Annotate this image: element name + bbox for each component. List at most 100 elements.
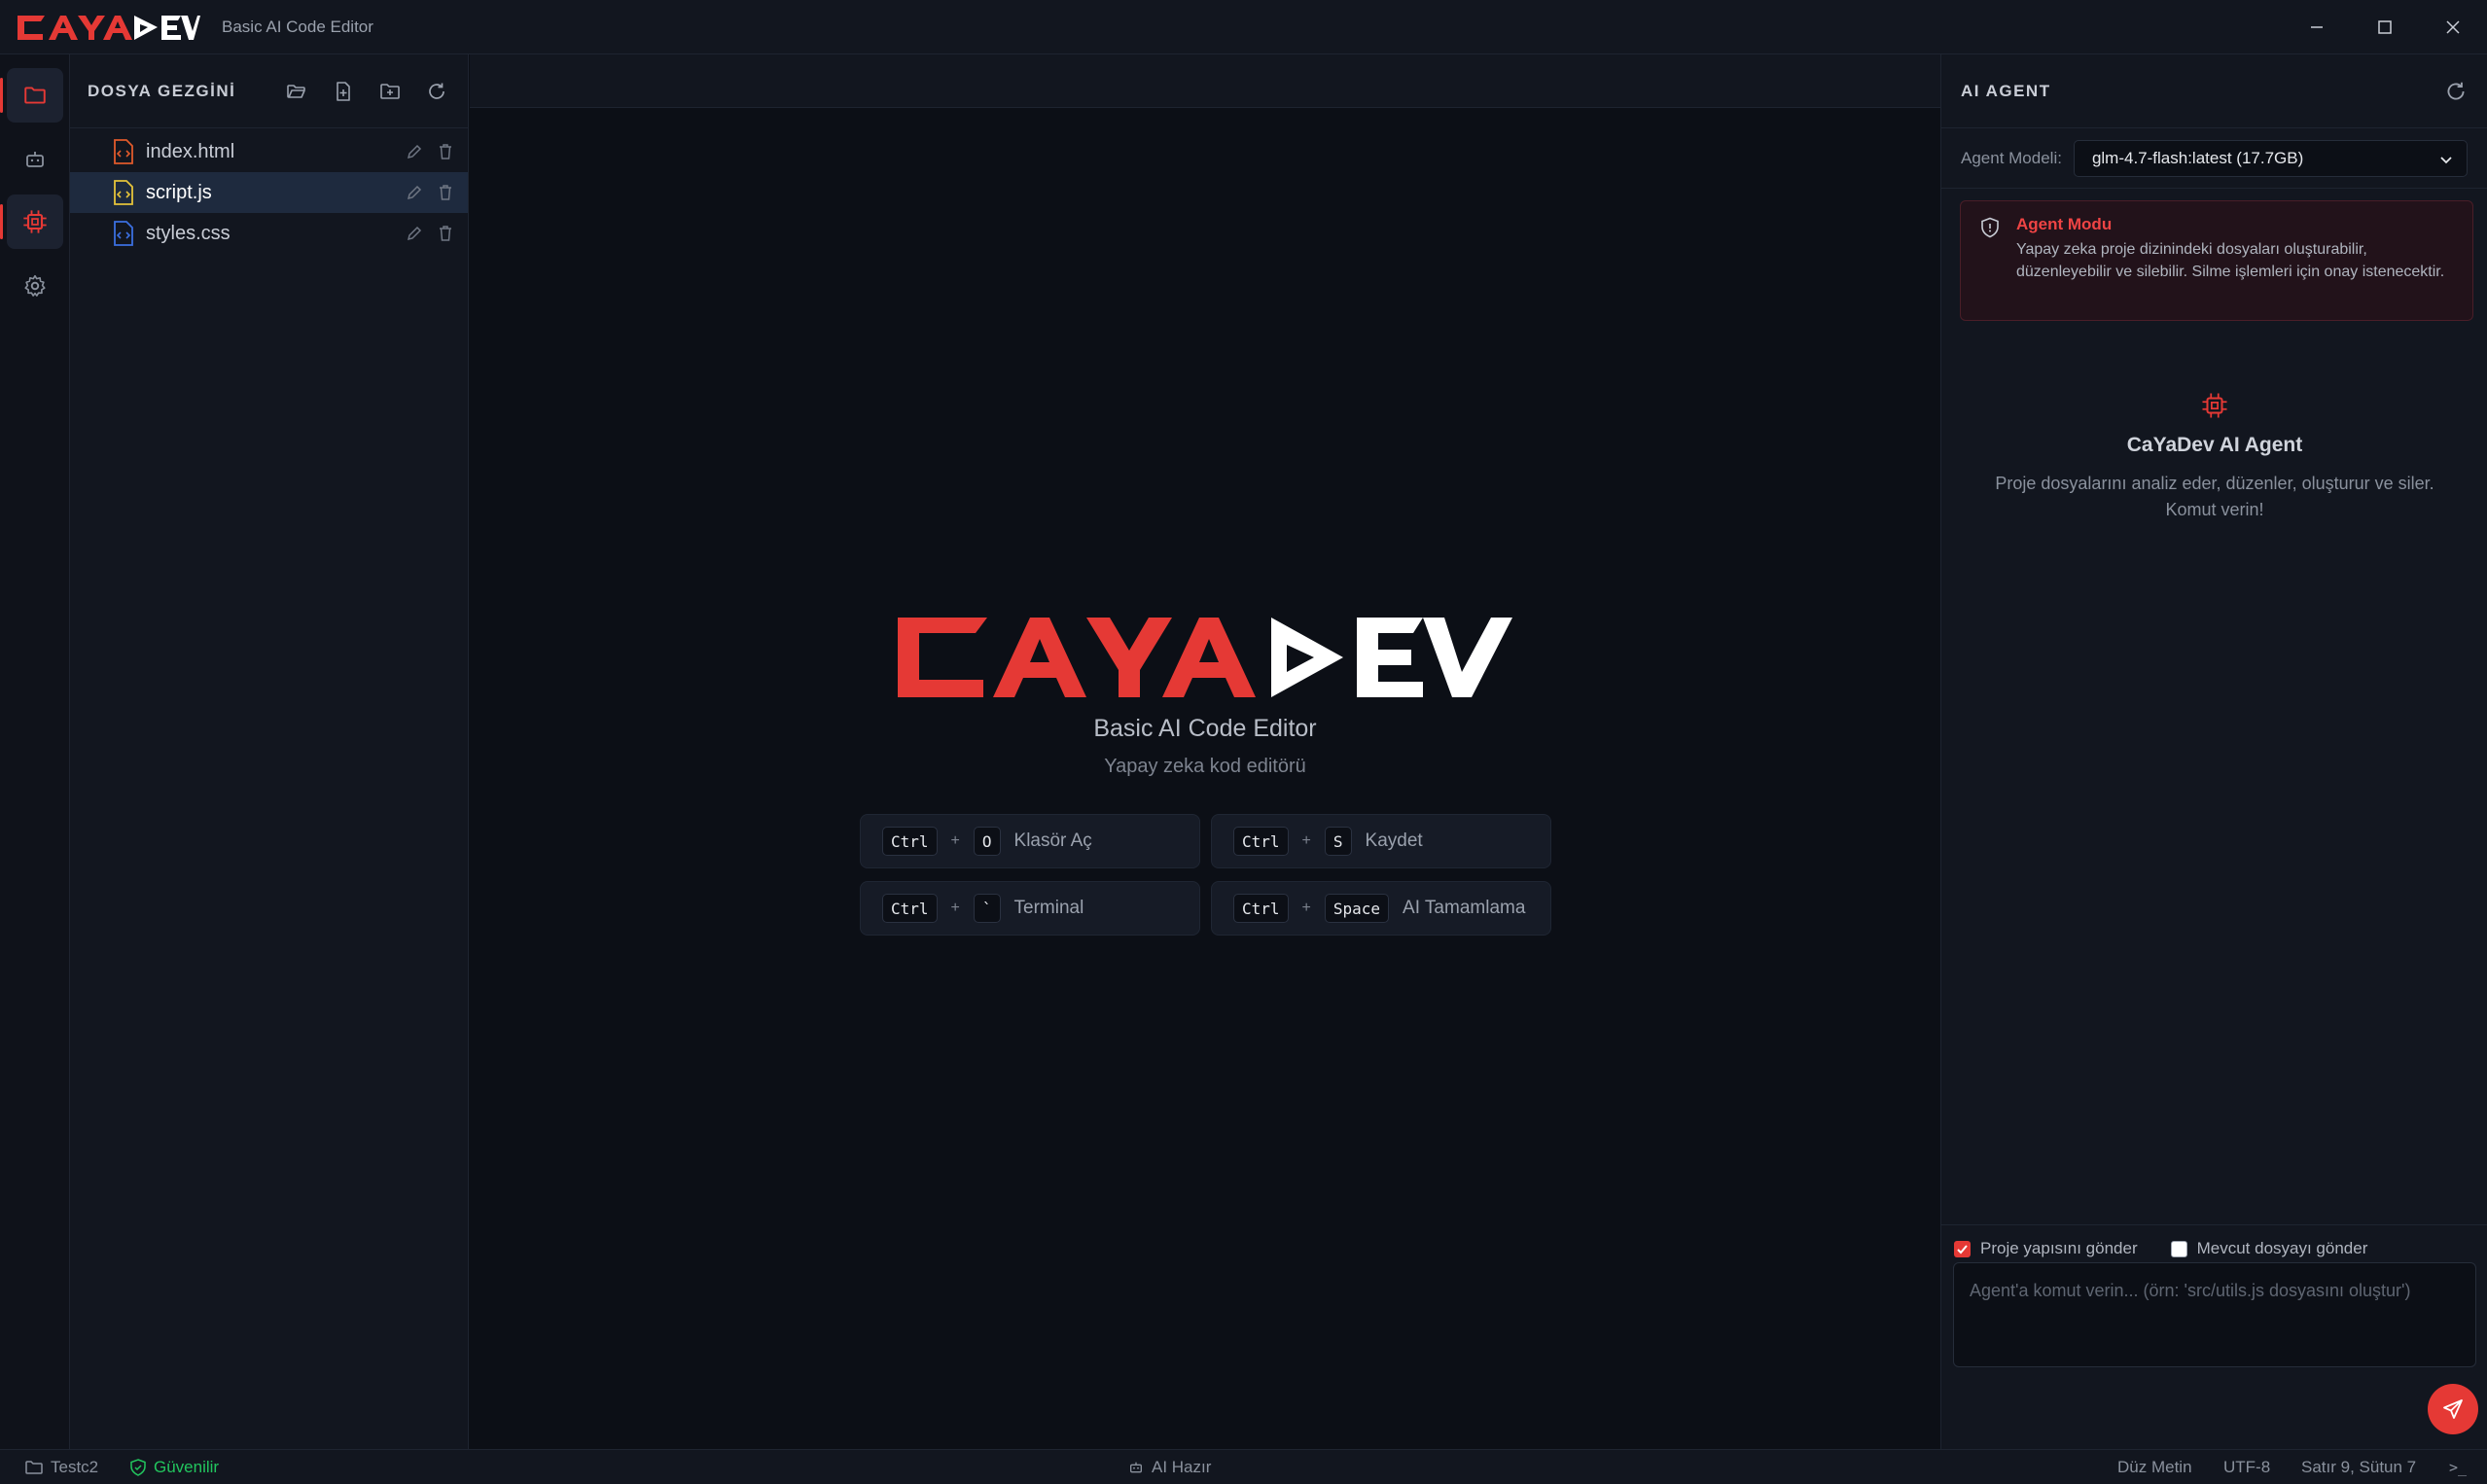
maximize-icon — [2378, 20, 2392, 34]
delete-icon[interactable] — [437, 143, 454, 160]
refresh-icon — [2447, 82, 2465, 99]
shortcut-save[interactable]: Ctrl + S Kaydet — [1211, 814, 1551, 868]
send-current-file-checkbox[interactable] — [2170, 1240, 2187, 1257]
status-ai-label: AI Hazır — [1152, 1458, 1212, 1476]
welcome-logo — [898, 618, 1512, 697]
html-file-icon — [113, 139, 134, 164]
agent-model-select[interactable]: glm-4.7-flash:latest (17.7GB) — [2073, 139, 2468, 177]
terminal-icon: >_ — [2449, 1459, 2468, 1476]
shortcut-key: S — [1324, 827, 1352, 856]
status-language[interactable]: Düz Metin — [2117, 1450, 2192, 1484]
shortcut-key: O — [973, 827, 1001, 856]
file-name: script.js — [146, 181, 212, 203]
robot-icon — [26, 152, 44, 167]
file-list: index.html script.js styles.css — [70, 128, 468, 254]
js-file-icon — [113, 180, 134, 205]
file-item-styles-css[interactable]: styles.css — [70, 213, 468, 254]
refresh-explorer-button[interactable] — [417, 72, 456, 111]
shortcut-key: ` — [973, 894, 1001, 923]
shortcut-key: Ctrl — [1233, 894, 1289, 923]
new-folder-icon — [380, 83, 400, 99]
new-folder-button[interactable] — [371, 72, 409, 111]
new-file-button[interactable] — [324, 72, 363, 111]
send-button[interactable] — [2428, 1384, 2478, 1434]
shortcut-key: Space — [1324, 894, 1390, 923]
activity-settings-button[interactable] — [7, 259, 63, 313]
agent-model-value: glm-4.7-flash:latest (17.7GB) — [2091, 148, 2304, 167]
open-folder-button[interactable] — [277, 72, 316, 111]
css-file-icon — [113, 221, 134, 246]
shortcut-label: AI Tamamlama — [1403, 898, 1526, 918]
shortcut-key: Ctrl — [882, 827, 938, 856]
status-language-label: Düz Metin — [2117, 1458, 2192, 1476]
agent-name: CaYaDev AI Agent — [2126, 434, 2303, 456]
agent-options: Proje yapısını gönder Mevcut dosyayı gön… — [1954, 1239, 2367, 1258]
activity-ai-agent-button[interactable] — [0, 194, 63, 249]
minimize-button[interactable] — [2283, 0, 2351, 54]
ai-agent-panel: AI AGENT Agent Modeli: glm-4.7-flash:lat… — [1940, 54, 2487, 1449]
shield-check-icon — [130, 1459, 146, 1476]
welcome-subtitle: Yapay zeka kod editörü — [1104, 756, 1306, 777]
app-logo — [16, 12, 200, 43]
rename-icon[interactable] — [406, 184, 423, 201]
status-encoding[interactable]: UTF-8 — [2223, 1450, 2270, 1484]
shortcut-key: Ctrl — [882, 894, 938, 923]
send-structure-label: Proje yapısını gönder — [1980, 1239, 2138, 1257]
chevron-down-icon — [2440, 156, 2452, 163]
shortcut-plus: + — [950, 900, 960, 916]
rename-icon[interactable] — [406, 143, 423, 160]
explorer-actions — [277, 72, 456, 111]
agent-prompt-input[interactable]: Agent'a komut verin... (örn: 'src/utils.… — [1953, 1262, 2476, 1367]
shortcut-terminal[interactable]: Ctrl + ` Terminal — [860, 881, 1200, 936]
agent-model-label: Agent Modeli: — [1961, 148, 2062, 167]
delete-icon[interactable] — [437, 225, 454, 242]
status-folder[interactable]: Testc2 — [25, 1450, 98, 1484]
title-bar: Basic AI Code Editor — [0, 0, 2487, 54]
shortcut-plus: + — [1301, 832, 1311, 849]
ai-panel-title: AI AGENT — [1961, 81, 2051, 100]
close-button[interactable] — [2419, 0, 2487, 54]
shortcut-ai-completion[interactable]: Ctrl + Space AI Tamamlama — [1211, 881, 1551, 936]
send-icon — [2443, 1399, 2463, 1419]
activity-bar — [0, 54, 70, 1449]
file-explorer: DOSYA GEZGİNİ index.html script.js style… — [70, 54, 469, 1449]
send-structure-checkbox[interactable] — [1954, 1240, 1971, 1257]
agent-model-row: Agent Modeli: glm-4.7-flash:latest (17.7… — [1941, 128, 2487, 189]
shortcut-key: Ctrl — [1233, 827, 1289, 856]
send-current-file-label: Mevcut dosyayı gönder — [2196, 1239, 2368, 1257]
status-ai[interactable]: AI Hazır — [1128, 1450, 1211, 1484]
status-position-label: Satır 9, Sütun 7 — [2301, 1458, 2417, 1476]
delete-icon[interactable] — [437, 184, 454, 201]
minimize-icon — [2311, 26, 2323, 28]
status-folder-name: Testc2 — [51, 1458, 99, 1476]
agent-description: Proje dosyalarını analiz eder, düzenler,… — [1995, 474, 2434, 519]
rename-icon[interactable] — [406, 225, 423, 242]
shortcut-label: Kaydet — [1365, 830, 1423, 851]
agent-mode-title: Agent Modu — [2016, 215, 2113, 233]
status-cursor-position[interactable]: Satır 9, Sütun 7 — [2301, 1450, 2416, 1484]
file-row-actions — [406, 213, 454, 254]
activity-explorer-button[interactable] — [0, 68, 63, 123]
activity-ai-chat-button[interactable] — [7, 132, 63, 187]
maximize-button[interactable] — [2351, 0, 2419, 54]
editor-area[interactable]: Basic AI Code Editor Yapay zeka kod edit… — [470, 108, 1940, 1449]
status-trust[interactable]: Güvenilir — [130, 1450, 219, 1484]
file-name: index.html — [146, 140, 235, 162]
file-item-script-js[interactable]: script.js — [70, 172, 468, 213]
file-name: styles.css — [146, 222, 231, 244]
refresh-icon — [429, 83, 444, 99]
robot-icon — [1130, 1462, 1142, 1473]
chip-icon — [2202, 393, 2227, 418]
shortcut-plus: + — [1301, 900, 1311, 916]
file-item-index-html[interactable]: index.html — [70, 131, 468, 172]
shortcut-open-folder[interactable]: Ctrl + O Klasör Aç — [860, 814, 1200, 868]
new-file-icon — [337, 81, 350, 101]
check-icon — [1957, 1244, 1968, 1254]
window-controls — [2283, 0, 2487, 54]
folder-icon — [24, 87, 46, 104]
status-encoding-label: UTF-8 — [2223, 1458, 2271, 1476]
file-row-actions — [406, 172, 454, 213]
agent-mode-notice: Agent Modu Yapay zeka proje dizinindeki … — [1960, 200, 2473, 321]
ai-reset-button[interactable] — [2436, 72, 2475, 111]
terminal-toggle[interactable]: >_ — [2449, 1450, 2467, 1484]
